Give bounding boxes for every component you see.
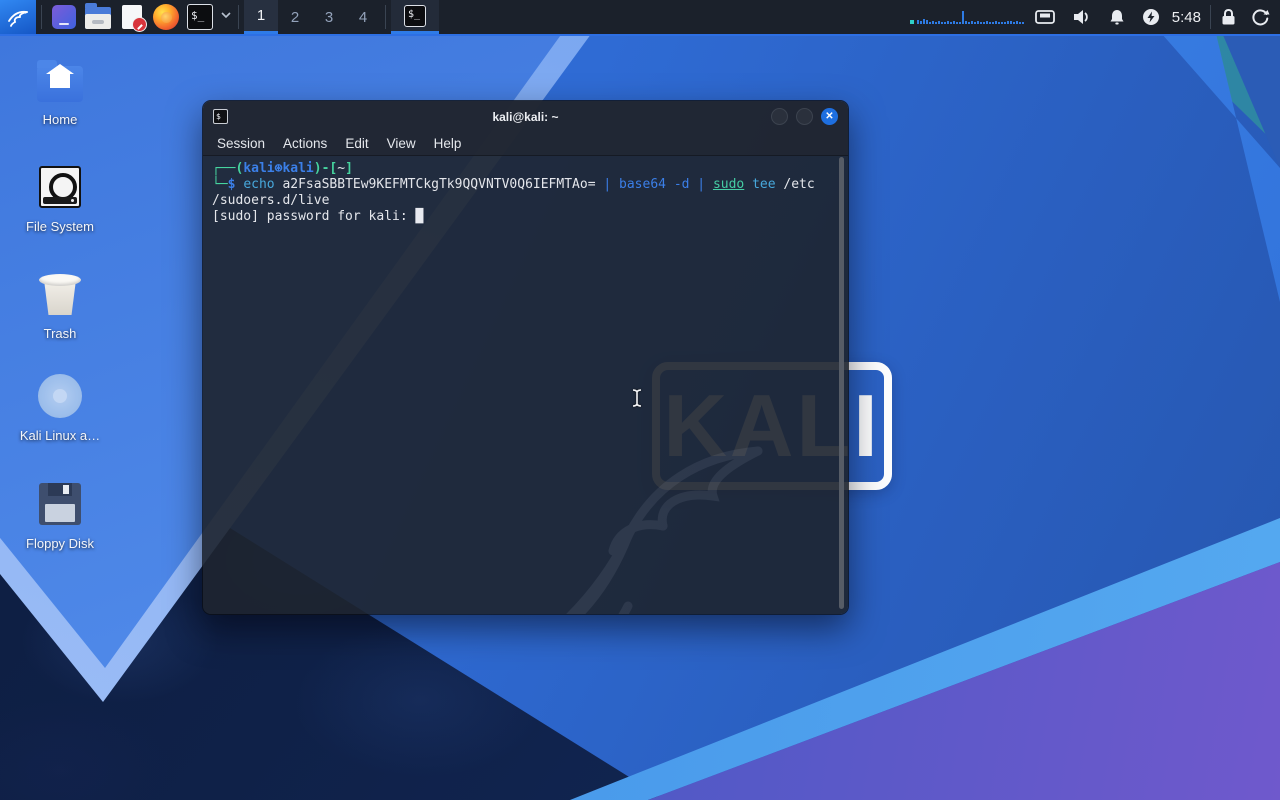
- session-buttons: [1220, 8, 1270, 27]
- file-system-drive-icon: [36, 163, 84, 211]
- desktop-icon-floppy-disk[interactable]: Floppy Disk: [8, 480, 112, 551]
- menu-help[interactable]: Help: [426, 134, 470, 153]
- panel-separator: [385, 5, 386, 29]
- floppy-disk-icon: [36, 480, 84, 528]
- menu-edit[interactable]: Edit: [337, 134, 376, 153]
- kali-dragon-icon: [8, 10, 28, 27]
- network-wired-icon[interactable]: [1034, 8, 1056, 26]
- terminal-output: ┌──(kali⊛kali)-[~] └─$ echo a2FsaSBBTEw9K…: [212, 161, 815, 224]
- workspace-3[interactable]: 3: [312, 0, 346, 34]
- lock-screen-icon[interactable]: [1220, 8, 1237, 26]
- workspace-switcher: 1 2 3 4: [244, 0, 380, 34]
- taskbar-terminal-button[interactable]: $_: [391, 0, 439, 34]
- optical-disc-icon: [36, 372, 84, 420]
- panel-separator: [1210, 5, 1211, 29]
- chevron-down-icon: [221, 11, 231, 18]
- graph-led: [909, 20, 914, 24]
- system-tray: [1034, 8, 1160, 26]
- panel-separator: [238, 5, 239, 29]
- notifications-bell-icon[interactable]: [1108, 8, 1126, 26]
- desktop-icon-trash[interactable]: Trash: [8, 270, 112, 341]
- file-manager-icon: [85, 3, 111, 29]
- firefox-icon: [153, 4, 179, 30]
- desktop-icon-kali-linux-cd[interactable]: Kali Linux a…: [8, 372, 112, 443]
- launcher-firefox[interactable]: [149, 0, 183, 34]
- desktop-screen: KALI Home File System Trash Kali Linux a…: [0, 0, 1280, 800]
- trash-bin-icon: [36, 270, 84, 318]
- terminal-window: $ kali@kali: ~ ✕ Session Actions Edit Vi…: [202, 100, 849, 615]
- text-editor-icon: [122, 5, 147, 32]
- terminal-icon: $_: [187, 4, 213, 30]
- top-panel: $_ 1 2 3 4 $_ 5:48: [0, 0, 1280, 36]
- desktop-icon-label: Trash: [43, 326, 77, 341]
- panel-clock[interactable]: 5:48: [1172, 9, 1201, 26]
- desktop-icon-label: Home: [42, 112, 78, 127]
- terminal-titlebar[interactable]: $ kali@kali: ~ ✕: [203, 101, 848, 132]
- ibeam-cursor: [632, 389, 642, 407]
- menu-actions[interactable]: Actions: [275, 134, 335, 153]
- power-manager-icon[interactable]: [1142, 8, 1160, 26]
- close-button[interactable]: ✕: [821, 108, 838, 125]
- launcher-file-manager[interactable]: [81, 0, 115, 34]
- terminal-menubar: Session Actions Edit View Help: [203, 132, 848, 156]
- desktop-icon-label: Kali Linux a…: [19, 428, 101, 443]
- workspace-4[interactable]: 4: [346, 0, 380, 34]
- menu-session[interactable]: Session: [209, 134, 273, 153]
- panel-separator: [41, 5, 42, 29]
- kali-dragon-watermark: [566, 446, 763, 614]
- terminal-icon: $_: [404, 4, 426, 27]
- desktop-icon-label: Floppy Disk: [26, 536, 94, 551]
- launcher-text-editor[interactable]: [115, 0, 149, 34]
- desktop-icon-file-system[interactable]: File System: [8, 163, 112, 234]
- maximize-button[interactable]: [796, 108, 813, 125]
- workspace-1[interactable]: 1: [244, 0, 278, 34]
- home-folder-icon: [36, 56, 84, 104]
- applications-menu-button[interactable]: [0, 0, 36, 34]
- launcher-window-app[interactable]: [47, 0, 81, 34]
- launcher-dropdown-button[interactable]: [219, 8, 233, 27]
- system-load-graph[interactable]: [909, 10, 1024, 24]
- terminal-scrollbar[interactable]: [839, 157, 844, 609]
- audio-volume-icon[interactable]: [1072, 8, 1092, 26]
- window-app-icon: [52, 5, 76, 29]
- workspace-2[interactable]: 2: [278, 0, 312, 34]
- menu-view[interactable]: View: [379, 134, 424, 153]
- desktop-icon-home[interactable]: Home: [8, 56, 112, 127]
- minimize-button[interactable]: [771, 108, 788, 125]
- terminal-window-title: kali@kali: ~: [492, 109, 559, 124]
- launcher-terminal[interactable]: $_: [183, 0, 217, 34]
- desktop-icon-label: File System: [26, 219, 94, 234]
- terminal-content[interactable]: ┌──(kali⊛kali)-[~] └─$ echo a2FsaSBBTEw9K…: [203, 156, 848, 614]
- log-out-icon[interactable]: [1251, 8, 1270, 27]
